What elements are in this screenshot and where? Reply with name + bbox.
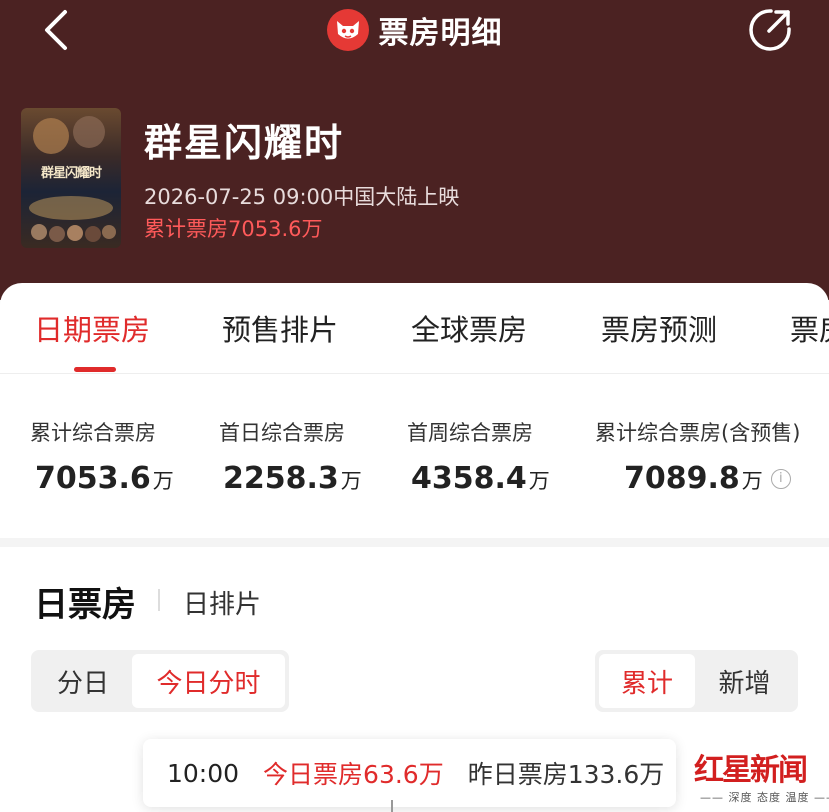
stat-value: 4358.4 万 [411,461,550,496]
segment-cumulative[interactable]: 累计 [599,654,695,708]
tab-daily-box-office[interactable]: 日期票房 [34,307,150,349]
segment-today-hourly[interactable]: 今日分时 [132,654,285,708]
tooltip-yesterday: 昨日票房133.6万 [467,760,665,789]
stat-number: 2258.3 [223,461,339,496]
title-bar: 票房明细 [0,4,829,56]
stat-label: 首日综合票房 [219,421,345,445]
movie-title: 群星闪耀时 [144,121,345,165]
stat-first-week: 首周综合票房 4358.4 万 [407,417,550,496]
stat-number: 4358.4 [411,461,527,496]
stat-label: 首周综合票房 [407,421,533,445]
stat-number: 7089.8 [624,461,740,496]
section-title[interactable]: 日票房 [34,577,136,626]
section-subtitle[interactable]: 日排片 [183,584,261,621]
stat-value: 2258.3 万 [223,461,362,496]
movie-poster[interactable]: 群星闪耀时 [21,108,121,248]
mode-segment: 累计 新增 [595,650,798,712]
stat-cumulative-presale: 累计综合票房(含预售) 7089.8 万 i [595,417,800,496]
section-divider [158,589,160,611]
page-title: 票房明细 [378,16,503,51]
stat-unit: 万 [741,469,763,493]
stat-cumulative: 累计综合票房 7053.6 万 [30,417,174,496]
period-segment: 分日 今日分时 [31,650,289,712]
share-icon [749,9,791,51]
stat-unit: 万 [152,469,174,493]
share-button[interactable] [744,4,796,56]
stat-number: 7053.6 [35,461,151,496]
tab-global[interactable]: 全球票房 [411,307,527,349]
tab-divider [0,373,829,374]
stat-label: 累计综合票房 [30,421,156,445]
info-icon[interactable]: i [770,468,791,489]
chart-axis-tick [391,800,393,812]
tab-presale[interactable]: 预售排片 [222,307,338,349]
watermark-subtext: —— 深度 态度 温度 —— [700,791,829,804]
poster-title: 群星闪耀时 [40,166,102,181]
cat-logo-icon [326,9,369,51]
tooltip-time: 10:00 [167,758,240,788]
segment-incremental[interactable]: 新增 [695,654,794,708]
active-tab-indicator [74,367,116,372]
total-box-office: 累计票房7053.6万 [144,217,323,241]
tooltip-today: 今日票房63.6万 [263,760,444,789]
watermark-text: 红星新闻 [694,753,808,788]
tab-more[interactable]: 票房 [790,307,829,349]
stat-unit: 万 [528,469,550,493]
release-info: 2026-07-25 09:00中国大陆上映 [144,185,460,209]
stat-value: 7053.6 万 [35,461,174,496]
header: 票房明细 群星闪耀时 群星闪耀时 2026-07-25 09:00中国大陆上映 … [0,0,829,300]
chart-tooltip: 10:00 今日票房63.6万 昨日票房133.6万 [143,739,676,807]
tab-bar: 日期票房 预售排片 全球票房 票房预测 票房 [0,283,829,373]
stat-label: 累计综合票房(含预售) [595,421,801,445]
watermark-logo: 红星新闻 —— 深度 态度 温度 —— [694,745,829,807]
tab-forecast[interactable]: 票房预测 [601,307,717,349]
summary-card: 日期票房 预售排片 全球票房 票房预测 票房 累计综合票房 7053.6万 首日… [0,283,829,538]
stat-value: 7089.8 万 i [624,461,800,496]
stat-first-day: 首日综合票房 2258.3 万 [219,417,362,496]
stat-unit: 万 [340,469,362,493]
segment-daily[interactable]: 分日 [35,654,131,708]
